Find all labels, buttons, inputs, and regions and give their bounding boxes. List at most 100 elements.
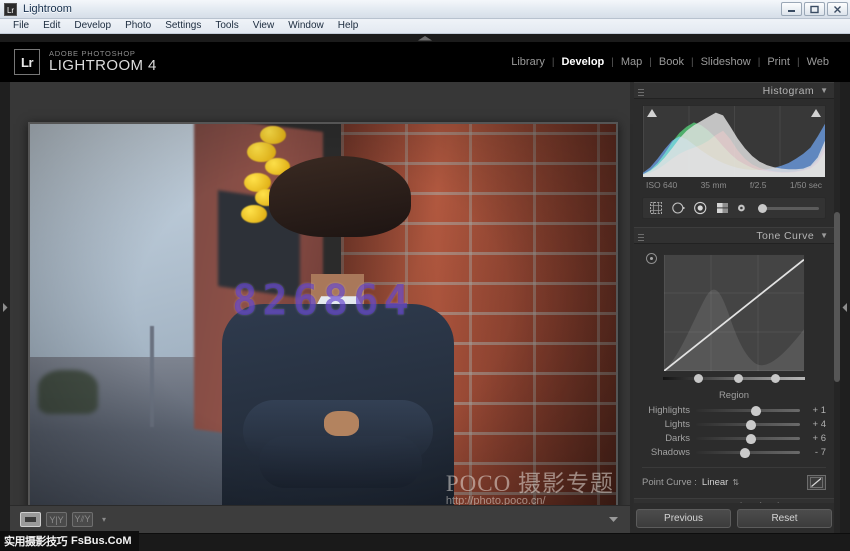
slider-label-highlights: Highlights	[642, 405, 696, 416]
close-button[interactable]	[827, 2, 848, 16]
meta-aperture: f/2.5	[750, 180, 767, 190]
window-controls	[781, 2, 848, 16]
tone-curve-panel-header[interactable]: Tone Curve ▼	[634, 227, 834, 244]
slider-track-darks[interactable]	[696, 437, 800, 440]
top-panel-collapse-icon[interactable]	[403, 34, 447, 42]
minimize-button[interactable]	[781, 2, 802, 16]
tone-range-track[interactable]	[663, 374, 805, 384]
maximize-button[interactable]	[804, 2, 825, 16]
menu-edit[interactable]: Edit	[36, 19, 67, 33]
target-adjust-icon[interactable]	[646, 253, 657, 264]
panel-footer-buttons: Previous Reset	[634, 503, 834, 533]
meta-iso: ISO 640	[646, 180, 677, 190]
lr-app-icon: Lr	[4, 3, 17, 16]
previous-button[interactable]: Previous	[636, 509, 731, 528]
point-curve-caret-icon[interactable]: ⇅	[732, 478, 739, 487]
menu-develop[interactable]: Develop	[67, 19, 118, 33]
module-picker: Library | Develop | Map | Book | Slidesh…	[504, 56, 836, 68]
menu-view[interactable]: View	[246, 19, 282, 33]
lightroom-workspace: Lr ADOBE PHOTOSHOP LIGHTROOM 4 Library |…	[0, 34, 850, 551]
crop-overlay-tool[interactable]	[649, 201, 664, 215]
slider-label-darks: Darks	[642, 433, 696, 444]
survey-view-icon[interactable]: Y⫽Y	[72, 512, 93, 527]
site-watermark: 实用摄影技巧 FsBus.CoM	[0, 531, 139, 551]
tone-split-knob-midtones[interactable]	[734, 374, 743, 383]
window-title: Lightroom	[23, 3, 72, 15]
slider-track-shadows[interactable]	[696, 451, 800, 454]
module-map[interactable]: Map	[614, 56, 649, 68]
site-watermark-cn: 实用摄影技巧	[4, 533, 67, 549]
histogram-chart[interactable]	[642, 105, 826, 177]
menu-window[interactable]: Window	[281, 19, 331, 33]
adjustment-brush-tool[interactable]	[737, 202, 749, 214]
loupe-view-icon[interactable]	[20, 512, 41, 527]
point-curve-value[interactable]: Linear	[702, 477, 728, 488]
slider-knob-lights[interactable]	[746, 420, 756, 430]
red-eye-tool[interactable]	[693, 201, 708, 215]
tone-curve-graph[interactable]	[663, 254, 805, 372]
application-window: Lr Lightroom File Edit Develop Photo Set…	[0, 0, 850, 551]
slider-knob-darks[interactable]	[746, 434, 756, 444]
slider-knob-highlights[interactable]	[751, 406, 761, 416]
left-panel-collapse-icon[interactable]	[0, 82, 10, 533]
identity-plate-text: ADOBE PHOTOSHOP LIGHTROOM 4	[49, 50, 157, 74]
point-curve-label: Point Curve :	[642, 477, 697, 488]
window-titlebar: Lr Lightroom	[0, 0, 850, 19]
menu-photo[interactable]: Photo	[118, 19, 158, 33]
menu-settings[interactable]: Settings	[158, 19, 208, 33]
tone-curve-line	[664, 255, 804, 371]
menu-tools[interactable]: Tools	[208, 19, 245, 33]
brush-size-knob[interactable]	[758, 204, 767, 213]
slider-track-highlights[interactable]	[696, 409, 800, 412]
reset-button[interactable]: Reset	[737, 509, 832, 528]
slider-value-shadows: - 7	[800, 447, 826, 458]
tone-curve-panel-body: Region Highlights + 1 Lights + 4 D	[634, 244, 834, 498]
meta-focal-length: 35 mm	[701, 180, 727, 190]
curve-edit-icon[interactable]	[807, 475, 826, 490]
menu-help[interactable]: Help	[331, 19, 366, 33]
histogram-metadata: ISO 640 35 mm f/2.5 1/50 sec	[642, 177, 826, 190]
slider-value-darks: + 6	[800, 433, 826, 444]
shadow-clipping-icon[interactable]	[647, 109, 657, 117]
chevron-down-icon[interactable]: ▼	[820, 231, 828, 240]
graduated-filter-tool[interactable]	[715, 201, 730, 215]
slider-row-lights: Lights + 4	[642, 418, 826, 431]
slider-knob-shadows[interactable]	[740, 448, 750, 458]
top-panel-strip	[0, 34, 850, 42]
module-library[interactable]: Library	[504, 56, 552, 68]
slider-label-shadows: Shadows	[642, 447, 696, 458]
histogram-series	[643, 107, 825, 177]
module-book[interactable]: Book	[652, 56, 691, 68]
view-mode-caret[interactable]: ▾	[102, 515, 106, 524]
module-develop[interactable]: Develop	[554, 56, 611, 68]
brush-size-slider[interactable]	[758, 207, 819, 210]
module-print[interactable]: Print	[760, 56, 797, 68]
tone-split-knob-shadows[interactable]	[694, 374, 703, 383]
slider-value-highlights: + 1	[800, 405, 826, 416]
slider-track-lights[interactable]	[696, 423, 800, 426]
module-web[interactable]: Web	[800, 56, 836, 68]
identity-line-2: LIGHTROOM 4	[49, 58, 157, 74]
photo-frame: 826864 POCO 摄影专题 http://photo.poco.cn/	[28, 122, 618, 527]
compare-view-icon[interactable]: Y|Y	[46, 512, 67, 527]
meta-shutter-speed: 1/50 sec	[790, 180, 822, 190]
histogram-panel-header[interactable]: Histogram ▼	[634, 82, 834, 99]
spot-removal-tool[interactable]	[671, 201, 686, 215]
photo-image[interactable]: 826864 POCO 摄影专题 http://photo.poco.cn/	[30, 124, 616, 525]
slider-row-highlights: Highlights + 1	[642, 404, 826, 417]
highlight-clipping-icon[interactable]	[811, 109, 821, 117]
identity-plate-bar: Lr ADOBE PHOTOSHOP LIGHTROOM 4 Library |…	[0, 42, 850, 82]
photo-overlay-number: 826864	[232, 276, 414, 325]
menu-file[interactable]: File	[6, 19, 36, 33]
tone-split-knob-highlights[interactable]	[771, 374, 780, 383]
toolbar-toggle-icon[interactable]	[607, 511, 620, 529]
panel-grip-icon	[638, 87, 644, 96]
slider-row-darks: Darks + 6	[642, 432, 826, 445]
module-slideshow[interactable]: Slideshow	[694, 56, 758, 68]
chevron-down-icon[interactable]: ▼	[820, 86, 828, 95]
right-panel-collapse-icon[interactable]	[840, 82, 850, 533]
tone-curve-panel-title: Tone Curve	[756, 230, 814, 242]
develop-tool-strip	[642, 197, 826, 219]
region-label: Region	[642, 390, 826, 401]
histogram-panel-title: Histogram	[763, 85, 814, 97]
